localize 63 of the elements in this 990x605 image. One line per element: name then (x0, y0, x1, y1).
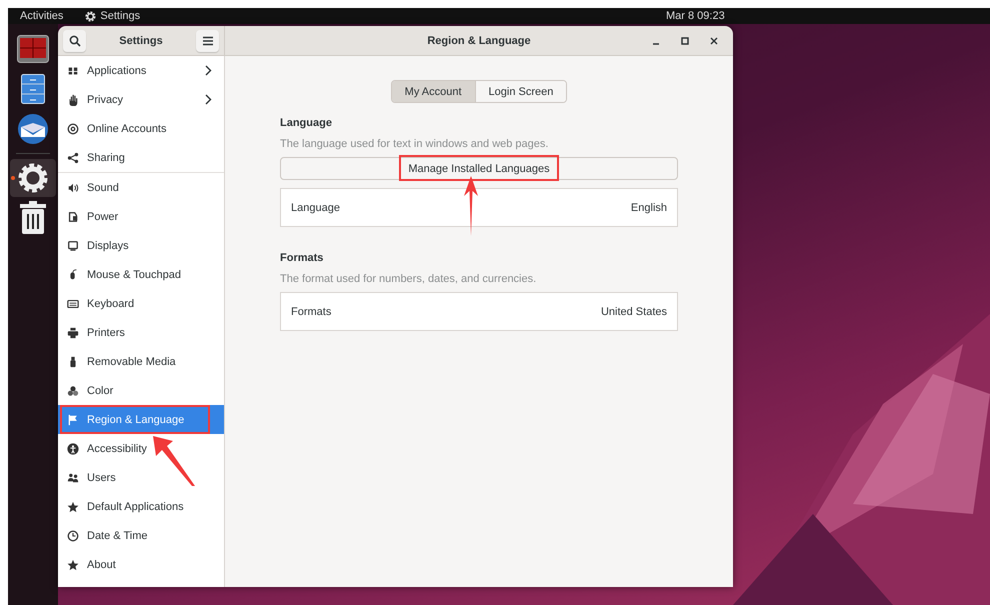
row-value: English (630, 202, 667, 214)
manage-languages-button[interactable]: Manage Installed Languages (280, 157, 678, 180)
sidebar-item[interactable]: Accessibility (58, 434, 224, 463)
flag-icon (67, 414, 79, 426)
sidebar-item[interactable]: Power (58, 202, 224, 231)
sidebar-item[interactable]: Sound (58, 173, 224, 202)
row-value: United States (600, 306, 667, 318)
dock-item[interactable] (10, 159, 56, 197)
sidebar-item[interactable]: Color (58, 376, 224, 405)
tab[interactable]: My Account (392, 81, 475, 102)
sidebar-item[interactable]: Keyboard (58, 289, 224, 318)
search-icon (68, 34, 80, 46)
keyboard-icon (67, 298, 79, 310)
color-circles-icon (67, 384, 79, 396)
row-label: Language (291, 202, 340, 214)
gear-icon (85, 10, 96, 22)
sidebar-item[interactable]: Online Accounts (58, 114, 224, 143)
section-description: The language used for text in windows and web pages. (280, 138, 550, 150)
settings-row[interactable]: Language English (280, 188, 678, 227)
sidebar-item[interactable]: Privacy (58, 85, 224, 114)
search-button[interactable] (63, 30, 86, 52)
maximize-icon (681, 37, 689, 45)
sidebar-item[interactable]: Sharing (58, 143, 224, 172)
window-title: Region & Language (427, 34, 531, 46)
annotation-arrow (152, 435, 196, 487)
printer-icon (67, 326, 79, 338)
grid-icon (67, 64, 79, 76)
sidebar-item[interactable]: Date & Time (58, 521, 224, 550)
sidebar-item[interactable]: Printers (58, 318, 224, 347)
sidebar-item[interactable]: Users (58, 463, 224, 492)
section-description: The format used for numbers, dates, and currencies. (280, 273, 538, 285)
settings-row[interactable]: Formats United States (280, 292, 678, 331)
hand-icon (67, 94, 79, 106)
star-icon (67, 500, 79, 512)
app-menu-label[interactable]: Settings (100, 10, 140, 22)
section-heading: Language (280, 117, 333, 129)
menu-icon (202, 36, 214, 46)
sidebar-item[interactable]: Removable Media (58, 347, 224, 376)
menu-button[interactable] (196, 30, 219, 52)
sidebar-item[interactable]: Mouse & Touchpad (58, 260, 224, 289)
sidebar-item[interactable]: Default Applications (58, 492, 224, 521)
share-icon (67, 152, 79, 164)
activities-button[interactable]: Activities (8, 10, 76, 22)
close-icon (710, 37, 718, 45)
row-label: Formats (291, 306, 332, 318)
file-cabinet-icon (21, 74, 45, 104)
sidebar-item[interactable]: About (58, 550, 224, 579)
speaker-icon (67, 182, 79, 194)
monitor-icon (67, 240, 79, 252)
sidebar-title: Settings (119, 34, 163, 46)
terminal-grid-icon (17, 35, 49, 63)
accessibility-icon (67, 442, 79, 454)
users-icon (67, 472, 79, 484)
mail-bird-icon (17, 113, 49, 145)
sidebar-item[interactable]: Displays (58, 231, 224, 260)
section-heading: Formats (280, 252, 324, 264)
clock-icon (67, 530, 79, 542)
gear-icon (17, 162, 49, 194)
clock[interactable]: Mar 8 09:23 (666, 10, 725, 22)
trash-icon (19, 201, 47, 235)
star-icon (67, 558, 79, 570)
tab[interactable]: Login Screen (474, 81, 566, 102)
sidebar-item[interactable]: Applications (58, 56, 224, 85)
